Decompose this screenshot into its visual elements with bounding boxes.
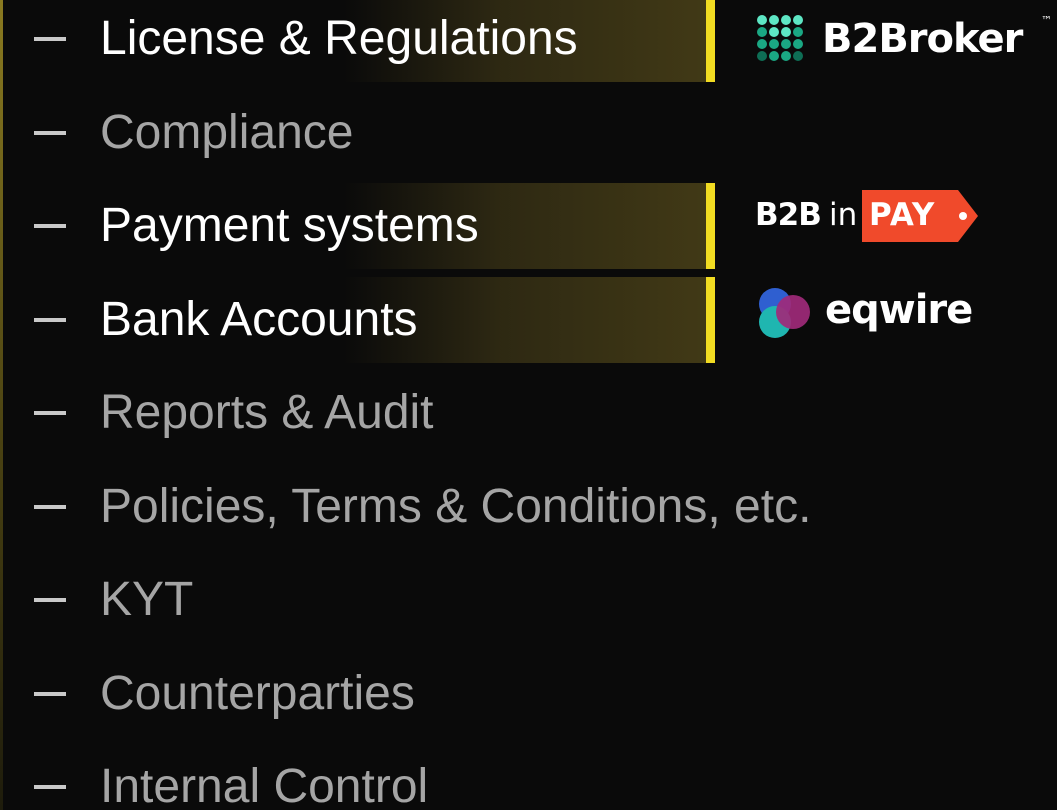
- b2binpay-pay-text: PAY: [869, 197, 936, 233]
- trademark-symbol: ™: [1041, 14, 1052, 27]
- list-item: Payment systems: [0, 183, 715, 269]
- accent-bar: [706, 277, 715, 363]
- list-item-label: Payment systems: [100, 199, 479, 252]
- grid-dot: [781, 15, 791, 25]
- dash-bullet: [34, 131, 66, 135]
- list-item: Policies, Terms & Conditions, etc.: [0, 464, 811, 550]
- grid-dot: [769, 51, 779, 61]
- dash-bullet: [34, 224, 66, 228]
- dash-bullet: [34, 318, 66, 322]
- b2broker-wordmark: B2Broker: [822, 16, 1023, 62]
- b2binpay-logo: B2B in PAY: [755, 190, 985, 242]
- grid-dot: [769, 15, 779, 25]
- list-item: Internal Control: [0, 744, 715, 810]
- grid-dot: [757, 39, 767, 49]
- grid-dot: [757, 51, 767, 61]
- grid-dot: [769, 27, 779, 37]
- b2broker-logo: B2Broker ™: [756, 14, 1056, 66]
- list-item: Bank Accounts: [0, 277, 715, 363]
- b2binpay-b2b-text: B2B: [755, 197, 822, 233]
- list-item: Reports & Audit: [0, 370, 715, 456]
- grid-dot: [781, 39, 791, 49]
- eqwire-wordmark: eqwire: [825, 287, 973, 333]
- dash-bullet: [34, 692, 66, 696]
- dash-bullet: [34, 598, 66, 602]
- list-item-label: Policies, Terms & Conditions, etc.: [100, 480, 812, 533]
- grid-dot: [781, 51, 791, 61]
- accent-bar: [706, 183, 715, 269]
- list-item-label: Counterparties: [100, 667, 415, 720]
- list-item: KYT: [0, 557, 715, 643]
- grid-dot: [793, 39, 803, 49]
- accent-bar: [706, 0, 715, 82]
- dash-bullet: [34, 505, 66, 509]
- list-item-label: Reports & Audit: [100, 386, 434, 439]
- compliance-checklist-panel: License & Regulations Compliance Payment s…: [0, 0, 1057, 810]
- dash-bullet: [34, 411, 66, 415]
- eqwire-logo: eqwire: [756, 285, 986, 341]
- grid-dot: [769, 39, 779, 49]
- list-item-label: Bank Accounts: [100, 293, 418, 346]
- b2binpay-in-text: in: [829, 197, 858, 233]
- grid-dot: [757, 15, 767, 25]
- dash-bullet: [34, 37, 66, 41]
- list-item-label: KYT: [100, 573, 194, 626]
- dot-grid-icon: [757, 15, 803, 61]
- grid-dot: [793, 15, 803, 25]
- list-item-label: License & Regulations: [100, 12, 578, 65]
- grid-dot: [757, 27, 767, 37]
- dash-bullet: [34, 785, 66, 789]
- list-item: Counterparties: [0, 651, 715, 737]
- list-item: Compliance: [0, 90, 715, 176]
- grid-dot: [781, 27, 791, 37]
- list-item: License & Regulations: [0, 0, 715, 82]
- grid-dot: [793, 51, 803, 61]
- overlapping-circles-icon: [759, 288, 810, 338]
- list-item-label: Compliance: [100, 106, 354, 159]
- list-item-label: Internal Control: [100, 760, 429, 810]
- grid-dot: [793, 27, 803, 37]
